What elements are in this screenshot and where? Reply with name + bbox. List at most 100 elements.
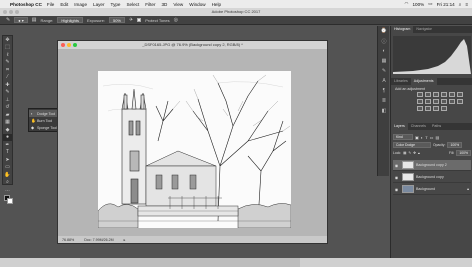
menu-select[interactable]: Select (126, 2, 139, 7)
crop-tool-icon[interactable]: ⌗ (3, 66, 12, 74)
battery-icon[interactable]: ▭ (428, 1, 432, 7)
vibrance-icon[interactable] (449, 92, 455, 97)
lock-pixels-icon[interactable]: ▦ (403, 151, 406, 155)
range-select[interactable]: Highlights (57, 17, 83, 23)
swatches-panel-icon[interactable]: ▦ (378, 56, 390, 66)
lock-all-icon[interactable]: 🔒︎ (418, 151, 420, 155)
hue-saturation-icon[interactable] (457, 92, 463, 97)
brush-size[interactable]: ● ▾ (14, 17, 28, 23)
lasso-tool-icon[interactable]: ℓ (3, 51, 12, 59)
menu-3d[interactable]: 3D (161, 2, 167, 7)
menu-view[interactable]: View (173, 2, 183, 7)
menu-window[interactable]: Window (189, 2, 205, 7)
properties-panel-icon[interactable]: ≣ (378, 96, 390, 106)
doc-minimize-icon[interactable] (67, 43, 71, 47)
sketch-image[interactable] (97, 71, 292, 229)
brush-panel-icon[interactable]: ▤ (32, 17, 37, 23)
marquee-tool-icon[interactable]: ⬚ (3, 44, 12, 52)
menu-edit[interactable]: Edit (60, 2, 68, 7)
menu-layer[interactable]: Layer (93, 2, 105, 7)
invert-icon[interactable] (457, 99, 463, 104)
dodge-tool-preset-icon[interactable]: ✎ (6, 17, 10, 23)
app-menu[interactable]: Photoshop CC (10, 2, 42, 7)
channel-mixer-icon[interactable] (441, 99, 447, 104)
clock[interactable]: Fri 21:14 (437, 2, 455, 7)
filter-adjust-icon[interactable]: ◐ (421, 135, 423, 140)
lock-icon[interactable]: 🔒︎ (467, 187, 469, 191)
filter-shape-icon[interactable]: ▭ (430, 135, 434, 140)
visibility-eye-icon[interactable]: ◉ (393, 163, 400, 168)
type-tool-icon[interactable]: T (3, 149, 12, 157)
clone-stamp-tool-icon[interactable]: ⊥ (3, 96, 12, 104)
menu-file[interactable]: File (47, 2, 54, 7)
wifi-icon[interactable]: ◠ (404, 1, 408, 7)
canvas-area[interactable] (58, 49, 327, 236)
gradient-map-icon[interactable] (433, 106, 439, 111)
brightness-contrast-icon[interactable] (417, 92, 423, 97)
minimize-dot-icon[interactable] (9, 10, 13, 14)
filter-smart-icon[interactable]: ▤ (435, 135, 439, 140)
tab-layers[interactable]: Layers (391, 123, 408, 130)
menu-list-icon[interactable]: ≡ (465, 2, 468, 7)
kind-filter-select[interactable]: Kind (393, 134, 413, 140)
exposure-icon[interactable] (441, 92, 447, 97)
tab-paths[interactable]: Paths (429, 123, 444, 130)
filter-type-icon[interactable]: T (425, 135, 427, 140)
visibility-eye-icon[interactable]: ◉ (393, 187, 400, 192)
doc-maximize-icon[interactable] (73, 43, 77, 47)
photo-filter-icon[interactable] (433, 99, 439, 104)
move-tool-icon[interactable]: ✥ (3, 36, 12, 44)
menu-image[interactable]: Image (74, 2, 87, 7)
selective-color-icon[interactable] (441, 106, 447, 111)
path-select-tool-icon[interactable]: ➤ (3, 156, 12, 164)
exposure-input[interactable]: 50% (108, 17, 125, 23)
paragraph-panel-icon[interactable]: ¶ (378, 86, 390, 96)
layer-row[interactable]: ◉ Background copy (393, 172, 471, 183)
close-dot-icon[interactable] (3, 10, 7, 14)
document-titlebar[interactable]: _DSF0165.JPG @ 76.9% (Background copy 2,… (58, 41, 327, 49)
threshold-icon[interactable] (425, 106, 431, 111)
protect-tones-checkbox[interactable] (137, 18, 142, 22)
doc-size[interactable]: Doc: 7.99M/26.2M (84, 238, 113, 242)
healing-tool-icon[interactable]: ✚ (3, 81, 12, 89)
battery-percent[interactable]: 100% (413, 2, 425, 7)
brush-tool-icon[interactable]: ✎ (3, 89, 12, 97)
history-panel-icon[interactable]: ⌚ (378, 26, 390, 36)
blur-tool-icon[interactable]: ◆ (3, 126, 12, 134)
doc-close-icon[interactable] (61, 43, 65, 47)
menu-type[interactable]: Type (111, 2, 121, 7)
background-color-swatch[interactable] (7, 197, 13, 204)
menu-filter[interactable]: Filter (145, 2, 155, 7)
tab-adjustments[interactable]: Adjustments (410, 78, 437, 85)
color-balance-icon[interactable] (417, 99, 423, 104)
brush-panel-icon[interactable]: ✎ (378, 66, 390, 76)
posterize-icon[interactable] (417, 106, 423, 111)
character-panel-icon[interactable]: A (378, 76, 390, 86)
dodge-tool-icon[interactable]: ● (3, 133, 12, 141)
quick-select-tool-icon[interactable]: ✎ (3, 59, 12, 67)
gradient-tool-icon[interactable]: ▦ (3, 119, 12, 127)
layer-row[interactable]: ◉ Background 🔒︎ (393, 184, 471, 195)
pen-tool-icon[interactable]: ✒ (3, 141, 12, 149)
fill-input[interactable]: 100% (456, 150, 471, 156)
color-lookup-icon[interactable] (449, 99, 455, 104)
airbrush-icon[interactable]: ✈ (129, 17, 133, 23)
eyedropper-tool-icon[interactable]: ⁄ (3, 74, 12, 82)
history-brush-tool-icon[interactable]: ↺ (3, 104, 12, 112)
blend-mode-select[interactable]: Color Dodge (393, 142, 431, 148)
lock-paint-icon[interactable]: ✎ (408, 151, 411, 155)
eraser-tool-icon[interactable]: ▰ (3, 111, 12, 119)
pressure-icon[interactable]: ◎ (174, 17, 178, 23)
layer-row[interactable]: ◉ Background copy 2 (393, 160, 471, 171)
black-white-icon[interactable] (425, 99, 431, 104)
zoom-level[interactable]: 76.88% (62, 238, 74, 242)
lock-position-icon[interactable]: ✥ (413, 151, 416, 155)
status-arrow-icon[interactable]: ▸ (124, 238, 126, 242)
styles-panel-icon[interactable]: ◧ (378, 106, 390, 116)
tab-histogram[interactable]: Histogram (391, 26, 414, 33)
color-panel-icon[interactable]: ◐ (378, 46, 390, 56)
curves-icon[interactable] (433, 92, 439, 97)
tab-navigator[interactable]: Navigator (413, 26, 434, 33)
filter-pixel-icon[interactable]: ▣ (415, 135, 419, 140)
menu-help[interactable]: Help (212, 2, 221, 7)
